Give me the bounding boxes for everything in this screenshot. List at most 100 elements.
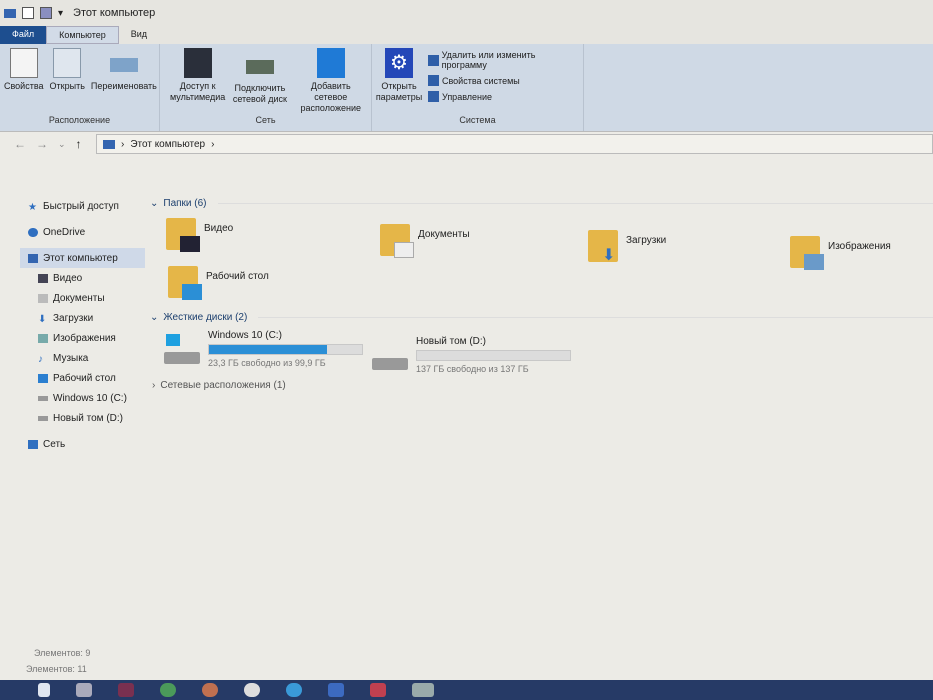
- start-icon[interactable]: [38, 683, 50, 697]
- group-label-network: Сеть: [255, 115, 276, 125]
- manage-button[interactable]: Управление: [428, 91, 579, 102]
- forward-icon[interactable]: →: [36, 137, 48, 151]
- rename-button[interactable]: Переименовать: [91, 48, 157, 92]
- folder-desktop-icon: [168, 266, 202, 300]
- computer-icon: [103, 139, 115, 149]
- star-icon: ★: [28, 201, 37, 213]
- uninstall-program-button[interactable]: Удалить или изменить программу: [428, 50, 579, 70]
- sidebar-item-downloads[interactable]: ⬇ Загрузки: [20, 308, 145, 328]
- open-button[interactable]: Открыть: [50, 48, 85, 92]
- yandex-browser-icon[interactable]: [244, 683, 260, 697]
- drive-icon: [372, 344, 408, 370]
- folder-pictures[interactable]: Изображения: [790, 236, 891, 270]
- folder-label: Загрузки: [626, 234, 667, 246]
- folders-section-header[interactable]: ⌄ Папки (6): [150, 196, 933, 210]
- desktop-icon: [182, 284, 202, 300]
- breadcrumb-this-pc[interactable]: Этот компьютер: [130, 139, 205, 150]
- recent-dropdown-icon[interactable]: ⌄: [58, 139, 66, 150]
- drive-d[interactable]: Новый том (D:) 137 ГБ свободно из 137 ГБ: [372, 336, 571, 374]
- sidebar-item-quick-access[interactable]: ★ Быстрый доступ: [20, 196, 145, 216]
- sidebar-item-pictures[interactable]: Изображения: [20, 328, 145, 348]
- properties-icon: [9, 48, 38, 78]
- properties-button[interactable]: Свойства: [4, 48, 44, 92]
- navigation-pane: ★ Быстрый доступ OneDrive Этот компьютер …: [20, 196, 145, 454]
- programs-icon: [428, 54, 439, 66]
- folder-downloads[interactable]: ⬇ Загрузки: [588, 230, 667, 264]
- folder-video-icon: [166, 218, 200, 252]
- system-properties-button[interactable]: Свойства системы: [428, 75, 579, 86]
- telegram-icon[interactable]: [286, 683, 302, 697]
- rename-icon: [109, 58, 138, 72]
- sidebar-item-videos[interactable]: Видео: [20, 268, 145, 288]
- sidebar-item-documents[interactable]: Документы: [20, 288, 145, 308]
- up-icon[interactable]: ↑: [76, 137, 82, 151]
- firefox-icon[interactable]: [202, 683, 218, 697]
- chevron-right-icon: ›: [152, 379, 156, 391]
- drive-usage-fill: [209, 345, 327, 354]
- address-bar[interactable]: › Этот компьютер ›: [96, 134, 933, 154]
- picture-icon: [804, 254, 824, 270]
- sidebar-label: Windows 10 (C:): [53, 392, 127, 404]
- windows-logo-icon: [166, 334, 180, 346]
- tab-file[interactable]: Файл: [0, 26, 47, 44]
- group-label-location: Расположение: [48, 115, 111, 125]
- sidebar-item-this-pc[interactable]: Этот компьютер: [20, 248, 145, 268]
- uninstall-label: Удалить или изменить программу: [441, 50, 536, 70]
- sidebar-item-desktop[interactable]: Рабочий стол: [20, 368, 145, 388]
- drive-free-space: 23,3 ГБ свободно из 99,9 ГБ: [208, 358, 326, 368]
- sidebar-label: Новый том (D:): [53, 412, 123, 424]
- folder-downloads-icon: ⬇: [588, 230, 618, 264]
- document-icon: [394, 242, 414, 258]
- sidebar-item-network[interactable]: Сеть: [20, 434, 145, 454]
- drives-section-header[interactable]: ⌄ Жесткие диски (2): [150, 310, 933, 324]
- file-explorer-icon[interactable]: [412, 683, 434, 697]
- sidebar-item-onedrive[interactable]: OneDrive: [20, 222, 145, 242]
- app-icon[interactable]: [118, 683, 134, 697]
- music-icon: ♪: [38, 353, 43, 365]
- drive-name: Новый том (D:): [416, 336, 486, 347]
- drive-name: Windows 10 (C:): [208, 330, 282, 341]
- section-title: Папки (6): [163, 197, 207, 209]
- folder-label: Видео: [204, 222, 234, 234]
- add-network-location-button[interactable]: Добавить сетевое расположение: [295, 48, 367, 114]
- video-icon: [38, 273, 48, 283]
- sidebar-item-drive-c[interactable]: Windows 10 (C:): [20, 388, 145, 408]
- new-folder-quick-icon[interactable]: [40, 7, 52, 19]
- open-settings-button[interactable]: ⚙ Открыть параметры: [376, 48, 422, 103]
- media-access-button[interactable]: Доступ к мультимедиа: [170, 48, 225, 103]
- gear-icon: ⚙: [385, 48, 413, 78]
- section-title: Сетевые расположения (1): [160, 379, 286, 391]
- folder-videos[interactable]: Видео: [166, 218, 234, 252]
- section-title: Жесткие диски (2): [163, 311, 248, 323]
- group-system: ⚙ Открыть параметры Удалить или изменить …: [372, 44, 584, 131]
- sidebar-label: Видео: [53, 272, 83, 284]
- quick-access-dropdown-icon[interactable]: ▾: [58, 8, 63, 19]
- folder-label: Рабочий стол: [206, 270, 269, 282]
- tab-computer[interactable]: Компьютер: [46, 26, 119, 44]
- sidebar-item-drive-d[interactable]: Новый том (D:): [20, 408, 145, 428]
- computer-icon: [4, 8, 16, 18]
- taskbar: [0, 680, 933, 700]
- map-drive-button[interactable]: Подключить сетевой диск: [231, 48, 288, 105]
- properties-quick-icon[interactable]: [22, 7, 34, 19]
- chrome-icon[interactable]: [160, 683, 176, 697]
- calculator-icon[interactable]: [76, 683, 92, 697]
- manage-label: Управление: [442, 91, 493, 102]
- folder-desktop[interactable]: Рабочий стол: [168, 266, 269, 300]
- vivaldi-icon[interactable]: [370, 683, 386, 697]
- tab-view[interactable]: Вид: [119, 26, 159, 44]
- group-network: Доступ к мультимедиа Подключить сетевой …: [160, 44, 372, 131]
- drive-usage-bar: [416, 350, 571, 361]
- folder-documents[interactable]: Документы: [380, 224, 470, 258]
- sidebar-label: Документы: [53, 292, 105, 304]
- drive-c[interactable]: Windows 10 (C:) 23,3 ГБ свободно из 99,9…: [164, 330, 363, 368]
- network-locations-section-header[interactable]: › Сетевые расположения (1): [152, 378, 286, 392]
- app-icon[interactable]: [328, 683, 344, 697]
- back-icon[interactable]: ←: [14, 137, 26, 151]
- title-bar: ▾ Этот компьютер: [0, 0, 933, 26]
- chevron-down-icon: ⌄: [150, 197, 159, 209]
- ribbon-tabs: Файл Компьютер Вид: [0, 26, 933, 44]
- breadcrumb-separator: ›: [211, 138, 215, 150]
- network-icon: [28, 439, 38, 449]
- sidebar-item-music[interactable]: ♪ Музыка: [20, 348, 145, 368]
